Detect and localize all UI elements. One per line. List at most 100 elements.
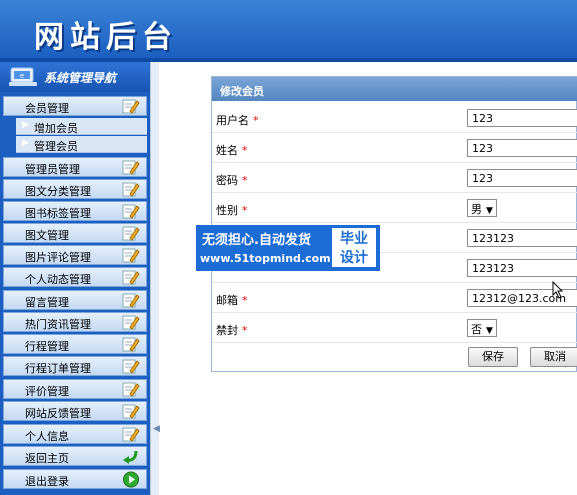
field-label: 邮箱 * xyxy=(216,292,248,308)
sidebar-item-message-management[interactable]: 留言管理 xyxy=(3,290,147,310)
header-banner: 网站后台 xyxy=(0,0,577,62)
panel-header: 修改会员 xyxy=(212,77,577,101)
watermark-badge-line2: 设计 xyxy=(340,250,368,266)
sidebar-item-activity-management[interactable]: 个人动态管理 xyxy=(3,267,147,287)
sidebar-item-tag-management[interactable]: 图书标签管理 xyxy=(3,201,147,221)
field-label: 密码 * xyxy=(216,172,248,188)
edit-icon xyxy=(122,99,140,114)
field-5-input[interactable]: 123123 xyxy=(467,229,577,247)
sidebar-item-admin-management[interactable]: 管理员管理 xyxy=(3,157,147,177)
sidebar-item-label: 评价管理 xyxy=(25,385,69,398)
sidebar-item-label: 留言管理 xyxy=(25,296,69,309)
required-mark: * xyxy=(242,174,248,187)
required-mark: * xyxy=(242,324,248,337)
sidebar-subitem-label: 增加会员 xyxy=(34,122,78,135)
sidebar-item-label: 图片评论管理 xyxy=(25,251,91,264)
sidebar-item-article-management[interactable]: 图文管理 xyxy=(3,223,147,243)
field-6-input[interactable]: 123123 xyxy=(467,259,577,277)
watermark-badge-line1: 毕业 xyxy=(340,231,368,247)
sidebar-subitem-manage-member[interactable]: ▶ 管理会员 xyxy=(16,136,147,153)
edit-icon xyxy=(122,337,140,352)
sidebar-title: 系统管理导航 xyxy=(44,71,117,85)
sidebar-item-trip-management[interactable]: 行程管理 xyxy=(3,334,147,354)
sidebar: e 系统管理导航 会员管理 ▶ 增加会员 ▶ 管理会员 管理员管理 图文分类管理… xyxy=(0,62,150,495)
edit-icon xyxy=(122,160,140,175)
sidebar-item-label: 管理员管理 xyxy=(25,163,80,176)
form-row-username: 用户名 * 123 xyxy=(212,103,577,133)
form-row-email: 邮箱 * 12312@123.com xyxy=(212,283,577,313)
sidebar-item-return-home[interactable]: 返回主页 xyxy=(3,446,147,466)
username-input[interactable]: 123 xyxy=(467,109,577,127)
sidebar-item-label: 个人动态管理 xyxy=(25,273,91,286)
sidebar-collapse-bar[interactable]: ◀ xyxy=(150,62,160,495)
field-label-text: 用户名 xyxy=(216,114,249,127)
field-label: 用户名 * xyxy=(216,112,259,128)
edit-icon xyxy=(122,315,140,330)
dropdown-caret-icon: ▼ xyxy=(486,206,493,216)
sidebar-item-label: 图书标签管理 xyxy=(25,207,91,220)
computer-logo-icon: e xyxy=(9,67,37,86)
form-row-banned: 禁封 * 否 ▼ xyxy=(212,313,577,343)
banned-select[interactable]: 否 ▼ xyxy=(467,319,497,337)
edit-icon xyxy=(122,204,140,219)
triangle-right-icon: ▶ xyxy=(22,138,29,148)
password-input[interactable]: 123 xyxy=(467,169,577,187)
required-mark: * xyxy=(242,144,248,157)
form-row-password: 密码 * 123 xyxy=(212,163,577,193)
name-input[interactable]: 123 xyxy=(467,139,577,157)
edit-icon xyxy=(122,248,140,263)
edit-icon xyxy=(122,293,140,308)
edit-icon xyxy=(122,382,140,397)
site-title: 网站后台 xyxy=(34,20,178,55)
watermark-badge: 毕业 设计 xyxy=(330,226,378,269)
sidebar-item-label: 会员管理 xyxy=(25,102,69,115)
edit-icon xyxy=(122,182,140,197)
banned-select-value: 否 xyxy=(471,323,482,336)
sidebar-item-label: 热门资讯管理 xyxy=(25,318,91,331)
sidebar-item-review-management[interactable]: 评价管理 xyxy=(3,379,147,399)
edit-icon xyxy=(122,359,140,374)
sidebar-item-label: 行程订单管理 xyxy=(25,362,91,375)
sidebar-item-label: 网站反馈管理 xyxy=(25,407,91,420)
required-mark: * xyxy=(242,204,248,217)
sidebar-item-personal-info[interactable]: 个人信息 xyxy=(3,424,147,444)
sidebar-item-label: 个人信息 xyxy=(25,430,69,443)
svg-text:e: e xyxy=(20,72,24,80)
required-mark: * xyxy=(242,294,248,307)
sidebar-item-logout[interactable]: 退出登录 xyxy=(3,469,147,489)
mouse-cursor-icon xyxy=(552,281,564,299)
cancel-button[interactable]: 取消 xyxy=(530,347,577,367)
field-label-text: 姓名 xyxy=(216,144,238,157)
field-label: 姓名 * xyxy=(216,142,248,158)
sidebar-item-order-management[interactable]: 行程订单管理 xyxy=(3,356,147,376)
gender-select[interactable]: 男 ▼ xyxy=(467,199,497,217)
required-mark: * xyxy=(253,114,259,127)
field-label-text: 禁封 xyxy=(216,324,238,337)
sidebar-subitem-label: 管理会员 xyxy=(34,140,78,153)
sidebar-item-category-management[interactable]: 图文分类管理 xyxy=(3,179,147,199)
sidebar-item-news-management[interactable]: 热门资讯管理 xyxy=(3,312,147,332)
edit-icon xyxy=(122,270,140,285)
edit-icon xyxy=(122,226,140,241)
sidebar-item-label: 图文管理 xyxy=(25,229,69,242)
watermark-url: www.51topmind.com xyxy=(200,252,331,265)
sidebar-item-label: 退出登录 xyxy=(25,475,69,488)
collapse-left-icon[interactable]: ◀ xyxy=(153,424,160,434)
sidebar-item-feedback-management[interactable]: 网站反馈管理 xyxy=(3,401,147,421)
field-label: 禁封 * xyxy=(216,322,248,338)
field-label: 性别 * xyxy=(216,202,248,218)
save-button[interactable]: 保存 xyxy=(468,347,518,367)
sidebar-item-comment-management[interactable]: 图片评论管理 xyxy=(3,245,147,265)
sidebar-header: e 系统管理导航 xyxy=(0,62,150,92)
play-circle-icon xyxy=(123,471,139,488)
watermark-line1: 无须担心.自动发货 xyxy=(202,233,311,248)
sidebar-item-label: 返回主页 xyxy=(25,452,69,465)
field-label-text: 密码 xyxy=(216,174,238,187)
triangle-right-icon: ▶ xyxy=(22,120,29,130)
sidebar-subitem-add-member[interactable]: ▶ 增加会员 xyxy=(16,118,147,135)
field-label-text: 性别 xyxy=(216,204,238,217)
sidebar-item-label: 行程管理 xyxy=(25,340,69,353)
panel-title: 修改会员 xyxy=(220,85,264,98)
sidebar-item-member-management[interactable]: 会员管理 xyxy=(3,96,147,116)
edit-member-panel: 修改会员 用户名 * 123 姓名 * 123 密码 * 123 性别 * 男 ▼ 123… xyxy=(211,76,577,372)
